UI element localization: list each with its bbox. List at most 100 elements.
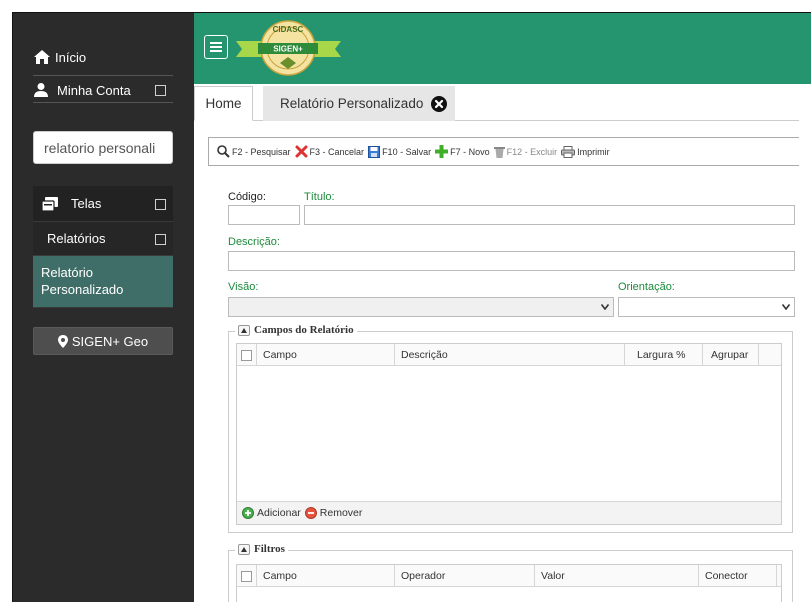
col-valor-label: Valor bbox=[541, 570, 565, 582]
sidebar-item-telas[interactable]: Telas bbox=[33, 186, 173, 222]
collapse-campos-button[interactable] bbox=[238, 324, 250, 336]
collapse-filtros-button[interactable] bbox=[238, 543, 250, 555]
campos-grid: Campo Descrição Largura % Agrupar Adicio… bbox=[236, 343, 782, 525]
home-icon bbox=[34, 50, 50, 64]
logo-top-text: CIDASC bbox=[273, 25, 304, 34]
close-icon[interactable] bbox=[431, 95, 448, 112]
expand-icon[interactable] bbox=[155, 234, 166, 245]
chevron-down-icon bbox=[778, 298, 794, 316]
new-button[interactable]: F7 - Novo bbox=[435, 145, 490, 158]
select-all-checkbox-cell bbox=[237, 344, 257, 366]
filtros-legend: Filtros bbox=[235, 543, 288, 555]
sidebar-item-telas-label: Telas bbox=[71, 196, 102, 211]
search-button[interactable]: F2 - Pesquisar bbox=[217, 145, 291, 158]
col-campo-label: Campo bbox=[263, 349, 297, 361]
filtros-grid-header: Campo Operador Valor Conector bbox=[237, 565, 781, 587]
filtros-group: Filtros Campo Operador Valor Conector bbox=[228, 543, 793, 602]
cidasc-sigen-logo: CIDASC SIGEN+ bbox=[236, 20, 341, 76]
col-campo[interactable]: Campo bbox=[257, 344, 395, 366]
save-button[interactable]: F10 - Salvar bbox=[368, 145, 432, 158]
trash-icon bbox=[493, 146, 505, 158]
cancel-button[interactable]: F3 - Cancelar bbox=[295, 145, 365, 158]
menu-search-input[interactable] bbox=[33, 131, 173, 164]
delete-button-label: F12 - Excluir bbox=[506, 146, 558, 157]
tab-relatorio-label: Relatório Personalizado bbox=[280, 96, 424, 111]
remove-field-label: Remover bbox=[319, 507, 363, 519]
add-field-button[interactable]: Adicionar bbox=[242, 507, 301, 519]
print-button-label: Imprimir bbox=[577, 146, 610, 157]
col-descricao-label: Descrição bbox=[401, 349, 448, 361]
menu-toggle-button[interactable] bbox=[204, 35, 228, 59]
map-marker-icon bbox=[57, 334, 68, 348]
user-icon bbox=[34, 83, 48, 97]
tab-home[interactable]: Home bbox=[194, 86, 253, 121]
col-agrupar[interactable]: Agrupar bbox=[703, 344, 759, 366]
col-conector[interactable]: Conector bbox=[699, 565, 777, 587]
new-button-label: F7 - Novo bbox=[450, 146, 490, 157]
sidebar: Início Minha Conta Telas Relat bbox=[13, 13, 194, 602]
select-all-checkbox[interactable] bbox=[241, 349, 252, 361]
cancel-icon bbox=[295, 145, 308, 158]
sidebar-item-account[interactable]: Minha Conta bbox=[33, 75, 173, 103]
search-icon bbox=[217, 145, 230, 158]
triangle-up-icon bbox=[241, 327, 247, 333]
delete-button[interactable]: F12 - Excluir bbox=[493, 146, 558, 158]
remove-field-button[interactable]: Remover bbox=[304, 507, 363, 519]
sidebar-item-account-label: Minha Conta bbox=[57, 82, 131, 98]
campos-group: Campos do Relatório Campo Descrição Larg… bbox=[228, 324, 793, 533]
sigen-geo-label: SIGEN+ Geo bbox=[71, 333, 149, 349]
expand-icon[interactable] bbox=[155, 199, 166, 210]
sidebar-item-relatorios[interactable]: Relatórios bbox=[33, 222, 173, 256]
col-descricao[interactable]: Descrição bbox=[395, 344, 625, 366]
campos-grid-header: Campo Descrição Largura % Agrupar bbox=[237, 344, 781, 366]
save-button-label: F10 - Salvar bbox=[382, 146, 432, 157]
sidebar-item-relatorios-label: Relatórios bbox=[47, 231, 106, 246]
print-button[interactable]: Imprimir bbox=[561, 145, 610, 158]
col-agrupar-label: Agrupar bbox=[711, 349, 749, 361]
col-operador[interactable]: Operador bbox=[395, 565, 535, 587]
logo-banner-text: SIGEN+ bbox=[273, 45, 303, 54]
tab-home-label: Home bbox=[205, 96, 242, 111]
orientacao-label: Orientação: bbox=[618, 281, 675, 293]
hamburger-icon bbox=[210, 42, 222, 52]
sidebar-item-relatorio-personalizado[interactable]: Relatório Personalizado bbox=[33, 256, 173, 308]
visao-label: Visão: bbox=[228, 281, 259, 293]
cancel-button-label: F3 - Cancelar bbox=[309, 146, 365, 157]
sidebar-item-home-label: Início bbox=[55, 49, 87, 65]
titulo-input[interactable] bbox=[304, 205, 795, 225]
remove-circle-icon bbox=[304, 507, 317, 519]
campos-grid-footer: Adicionar Remover bbox=[237, 501, 781, 524]
descricao-input[interactable] bbox=[228, 251, 795, 271]
codigo-input[interactable] bbox=[228, 205, 300, 225]
select-all-filtros-checkbox[interactable] bbox=[241, 570, 252, 582]
search-button-label: F2 - Pesquisar bbox=[232, 146, 291, 157]
filtros-grid: Campo Operador Valor Conector bbox=[236, 564, 782, 602]
filtros-legend-label: Filtros bbox=[254, 543, 285, 555]
campos-legend: Campos do Relatório bbox=[235, 324, 357, 336]
col-valor[interactable]: Valor bbox=[535, 565, 699, 587]
windows-icon bbox=[41, 196, 58, 212]
tab-bar: Home Relatório Personalizado bbox=[194, 86, 799, 121]
add-field-label: Adicionar bbox=[257, 507, 301, 519]
chevron-down-icon bbox=[597, 298, 613, 316]
add-circle-icon bbox=[242, 507, 254, 519]
col-filtro-campo-label: Campo bbox=[263, 570, 297, 582]
col-filtro-campo[interactable]: Campo bbox=[257, 565, 395, 587]
sigen-geo-button[interactable]: SIGEN+ Geo bbox=[33, 327, 173, 355]
visao-select[interactable] bbox=[228, 297, 614, 317]
printer-icon bbox=[561, 145, 576, 158]
titulo-label: Título: bbox=[304, 191, 335, 203]
plus-icon bbox=[435, 145, 449, 158]
sidebar-item-home[interactable]: Início bbox=[33, 46, 173, 68]
descricao-label: Descrição: bbox=[228, 236, 280, 248]
col-largura[interactable]: Largura % bbox=[625, 344, 703, 366]
col-operador-label: Operador bbox=[401, 570, 446, 582]
col-conector-label: Conector bbox=[705, 570, 748, 582]
sidebar-menu: Telas Relatórios Relatório Personalizado bbox=[33, 186, 173, 308]
save-icon bbox=[368, 145, 381, 158]
expand-icon[interactable] bbox=[155, 85, 166, 96]
tab-relatorio-personalizado[interactable]: Relatório Personalizado bbox=[263, 86, 455, 121]
orientacao-select[interactable] bbox=[618, 297, 795, 317]
action-toolbar: F2 - Pesquisar F3 - Cancelar F10 - Salva… bbox=[208, 137, 799, 166]
top-bar: CIDASC SIGEN+ bbox=[194, 13, 811, 84]
